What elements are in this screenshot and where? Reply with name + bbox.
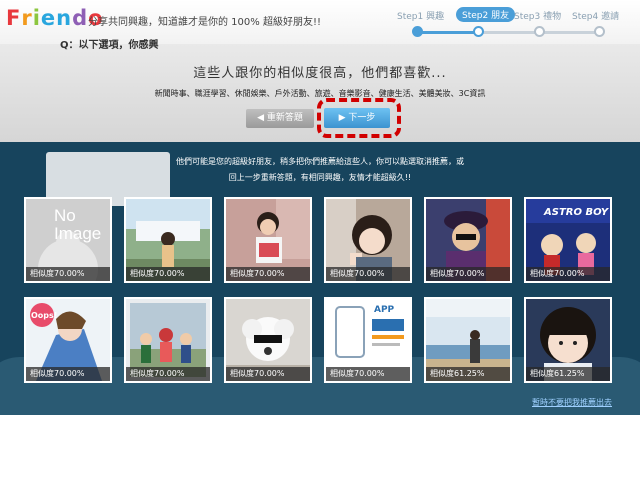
similarity-label: 相似度70.00% xyxy=(326,267,410,281)
description-line-1: 他們可能是您的超級好朋友，稍多把你們推薦給這些人，你可以點選取消推薦，或 xyxy=(176,157,464,166)
page-title: 這些人跟你的相似度很高，他們都喜歡... xyxy=(193,66,447,81)
logo-letter: e xyxy=(40,6,57,30)
logo-letter: F xyxy=(6,6,22,30)
similarity-label: 相似度61.25% xyxy=(426,367,510,381)
step-3-dot xyxy=(534,26,545,37)
similarity-label: 相似度70.00% xyxy=(326,367,410,381)
step-4-dot xyxy=(594,26,605,37)
similarity-label: 相似度61.25% xyxy=(526,367,610,381)
step-track-fill xyxy=(416,31,481,34)
no-image-label: No xyxy=(54,206,76,225)
friend-card[interactable]: 相似度70.00% xyxy=(324,197,412,283)
similarity-label: 相似度70.00% xyxy=(526,267,610,281)
friend-card[interactable]: APP 相似度70.00% xyxy=(324,297,412,383)
step-progress: Step1 興趣 Step2 朋友 Step3 禮物 Step4 邀請 xyxy=(394,6,634,42)
description-line-2: 回上一步重新答題，有相同興趣，友情才能超級久!! xyxy=(228,173,412,182)
tagline: 分享共同興趣，知道誰才是你的 100% 超級好朋友!! xyxy=(88,17,321,28)
opt-out-link[interactable]: 暫時不要把我推薦出去 xyxy=(532,397,612,408)
friend-card[interactable]: Oops! 相似度70.00% xyxy=(24,297,112,383)
no-image-label: Image xyxy=(54,224,102,243)
oops-text: Oops! xyxy=(31,311,58,320)
step-1-label[interactable]: Step1 興趣 xyxy=(397,9,444,22)
friend-card[interactable]: 相似度70.00% xyxy=(424,197,512,283)
question-text: Q：以下選項，你感興 xyxy=(60,40,159,51)
similarity-label: 相似度70.00% xyxy=(426,267,510,281)
similarity-label: 相似度70.00% xyxy=(26,267,110,281)
reanswer-button[interactable]: ◀ 重新答題 xyxy=(246,109,314,128)
interest-categories: 新聞時事、職涯學習、休閒娛樂、戶外活動、旅遊、音樂影音、健康生活、美體美妝、3C… xyxy=(154,89,486,98)
logo-letter: d xyxy=(72,6,89,30)
app-poster-text: APP xyxy=(374,305,395,315)
logo-letter: i xyxy=(32,6,41,30)
step-3-label[interactable]: Step3 禮物 xyxy=(514,9,561,22)
similarity-label: 相似度70.00% xyxy=(26,367,110,381)
friend-card[interactable]: 相似度70.00% xyxy=(124,197,212,283)
similarity-label: 相似度70.00% xyxy=(226,367,310,381)
step-4-label[interactable]: Step4 邀請 xyxy=(572,9,619,22)
similarity-label: 相似度70.00% xyxy=(126,267,210,281)
logo-letter: n xyxy=(56,6,73,30)
step-1-dot xyxy=(412,26,423,37)
friend-card[interactable]: 相似度70.00% xyxy=(224,297,312,383)
friend-card[interactable]: 相似度70.00% xyxy=(124,297,212,383)
friend-card[interactable]: ASTRO BOY 相似度70.00% xyxy=(524,197,612,283)
friend-card[interactable]: No Image 相似度70.00% xyxy=(24,197,112,283)
step-track xyxy=(416,31,600,34)
next-step-button[interactable]: ▶ 下一步 xyxy=(324,108,390,128)
friend-card[interactable]: 相似度61.25% xyxy=(424,297,512,383)
logo-letter: r xyxy=(21,6,33,30)
friend-card[interactable]: 相似度61.25% xyxy=(524,297,612,383)
step-2-label[interactable]: Step2 朋友 xyxy=(456,7,516,22)
friend-card[interactable]: 相似度70.00% xyxy=(224,197,312,283)
astro-boy-logo-text: ASTRO BOY xyxy=(544,207,609,218)
similarity-label: 相似度70.00% xyxy=(226,267,310,281)
similarity-label: 相似度70.00% xyxy=(126,367,210,381)
step-2-dot xyxy=(473,26,484,37)
